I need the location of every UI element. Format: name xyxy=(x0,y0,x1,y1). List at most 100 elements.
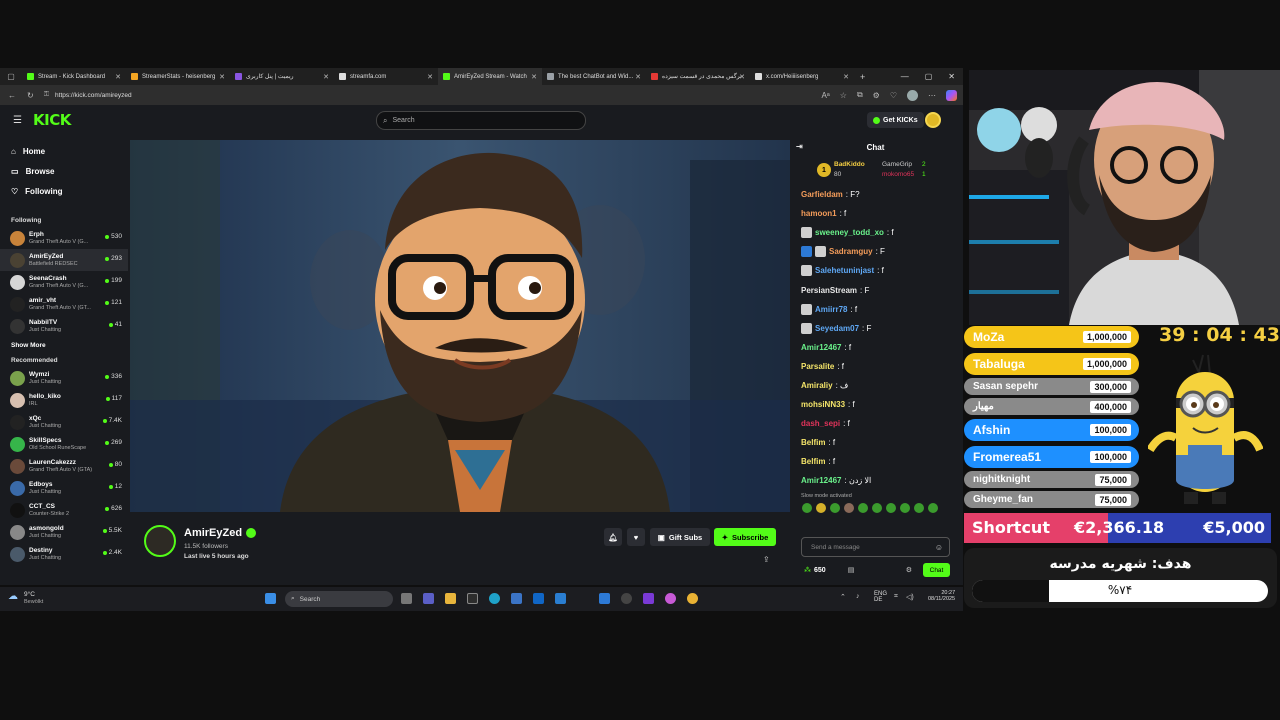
app-icon[interactable] xyxy=(555,593,566,604)
nav-home[interactable]: ⌂ Home xyxy=(11,141,128,161)
show-more-link[interactable]: Show More xyxy=(0,337,128,353)
store-icon[interactable] xyxy=(467,593,478,604)
menu-icon[interactable]: ☰ xyxy=(13,115,22,126)
channel-item[interactable]: Destiny Just Chatting 2.4K xyxy=(0,543,128,565)
emote-icon[interactable] xyxy=(858,502,868,513)
browser-tab[interactable]: The best ChatBot and Wid... ✕ xyxy=(542,68,646,85)
volume-icon[interactable]: ◁) xyxy=(906,593,914,601)
minimize-icon[interactable]: — xyxy=(901,72,909,81)
emote-icon[interactable] xyxy=(928,502,938,513)
emote-icon[interactable] xyxy=(886,502,896,513)
chat-username[interactable]: Parsalite xyxy=(801,362,834,371)
tray-chevron-icon[interactable]: ⌃ xyxy=(840,593,846,601)
emote-icon[interactable] xyxy=(900,502,910,513)
copilot-icon[interactable] xyxy=(946,89,957,101)
emote-icon[interactable] xyxy=(844,502,854,513)
channel-item[interactable]: Erph Grand Theft Auto V (G... 530 xyxy=(0,227,128,249)
favorite-icon[interactable]: ☆ xyxy=(840,91,847,100)
leader-name[interactable]: mokomo65 xyxy=(882,171,914,178)
emote-icon[interactable] xyxy=(802,502,812,513)
weather-temp[interactable]: 9°C xyxy=(24,591,35,598)
browser-tab[interactable]: نرگس محمدی در قسمت سیزده ✕ xyxy=(646,68,750,85)
channel-item[interactable]: Edboys Just Chatting 12 xyxy=(0,477,128,499)
store-icon[interactable]: ▤ xyxy=(848,566,855,574)
close-tab-icon[interactable]: ✕ xyxy=(635,73,641,81)
channel-item[interactable]: CCT_CS Counter-Strike 2 626 xyxy=(0,499,128,521)
emote-icon[interactable] xyxy=(914,502,924,513)
read-aloud-icon[interactable]: Aᵃ xyxy=(821,91,829,100)
leader-name[interactable]: BadKiddo xyxy=(834,161,865,168)
emote-icon[interactable] xyxy=(816,502,826,513)
chat-username[interactable]: dash_sepi xyxy=(801,419,840,428)
channel-item[interactable]: hello_kiko IRL 117 xyxy=(0,389,128,411)
close-tab-icon[interactable]: ✕ xyxy=(739,73,745,81)
browser-tab[interactable]: streamfa.com ✕ xyxy=(334,68,438,85)
get-kicks-button[interactable]: Get KICKs xyxy=(867,112,924,128)
notification-bell-button[interactable]: 🔔︎ xyxy=(604,528,622,546)
network-icon[interactable]: ⌗ xyxy=(894,593,898,601)
chat-username[interactable]: Salehetuninjast xyxy=(815,266,874,275)
rider-icon[interactable] xyxy=(643,593,654,604)
outlook-icon[interactable] xyxy=(533,593,544,604)
chat-input[interactable]: Send a message ☺ xyxy=(801,537,950,557)
subscribe-button[interactable]: ✦ Subscribe xyxy=(714,528,776,546)
chat-username[interactable]: sweeney_todd_xo xyxy=(815,228,884,237)
task-view-icon[interactable] xyxy=(401,593,412,604)
maximize-icon[interactable]: ▢ xyxy=(925,72,933,81)
chrome-icon[interactable] xyxy=(687,593,698,604)
channel-item[interactable]: asmongold Just Chatting 5.5K xyxy=(0,521,128,543)
chat-username[interactable]: Seyedam07 xyxy=(815,324,859,333)
channel-item[interactable]: amir_vht Grand Theft Auto V (GT... 121 xyxy=(0,293,128,315)
follow-heart-button[interactable]: ♥ xyxy=(627,528,645,546)
channel-item[interactable]: Wymzi Just Chatting 336 xyxy=(0,367,128,389)
share-icon[interactable]: ⇪ xyxy=(763,555,770,564)
chat-username[interactable]: Amiirr78 xyxy=(815,305,847,314)
profile-avatar[interactable] xyxy=(907,89,918,101)
close-tab-icon[interactable]: ✕ xyxy=(323,73,329,81)
chat-username[interactable]: Sadramguy xyxy=(829,247,873,256)
browser-tab[interactable]: StreamerStats - heisenberg ✕ xyxy=(126,68,230,85)
channel-item[interactable]: SeenaCrash Grand Theft Auto V (G... 199 xyxy=(0,271,128,293)
nav-browse[interactable]: ▭ Browse xyxy=(11,161,128,181)
close-tab-icon[interactable]: ✕ xyxy=(427,73,433,81)
emote-icon[interactable] xyxy=(872,502,882,513)
streamer-avatar[interactable] xyxy=(144,525,176,557)
browser-tab[interactable]: x.com/Heiiiisenberg ✕ xyxy=(750,68,854,85)
taskbar-search[interactable]: ⌕ Search xyxy=(285,591,393,607)
new-tab-icon[interactable]: + xyxy=(860,72,865,82)
close-tab-icon[interactable]: ✕ xyxy=(115,73,121,81)
channel-item[interactable]: SkillSpecs Old School RuneScape 269 xyxy=(0,433,128,455)
extensions-icon[interactable]: ⧉ xyxy=(857,90,863,100)
chat-username[interactable]: Amir12467 xyxy=(801,476,841,485)
close-tab-icon[interactable]: ✕ xyxy=(219,73,225,81)
video-player[interactable] xyxy=(130,140,790,512)
collections-icon[interactable]: ♡ xyxy=(890,91,897,100)
edge-icon[interactable] xyxy=(489,593,500,604)
chat-username[interactable]: mohsiNN33 xyxy=(801,400,845,409)
site-info-icon[interactable]: ⚿ xyxy=(44,91,49,99)
teams-icon[interactable] xyxy=(423,593,434,604)
start-icon[interactable] xyxy=(265,593,276,604)
reload-icon[interactable]: ↻ xyxy=(27,91,34,100)
chat-username[interactable]: hamoon1 xyxy=(801,209,837,218)
app-icon[interactable] xyxy=(511,593,522,604)
browser-tab[interactable]: Stream - Kick Dashboard ✕ xyxy=(22,68,126,85)
channel-item[interactable]: AmirEyZed Battlefield REDSEC 293 xyxy=(0,249,128,271)
leader-name[interactable]: GameGrip xyxy=(882,161,912,168)
streamer-name[interactable]: AmirEyZed xyxy=(184,527,257,539)
mic-icon[interactable]: ♪ xyxy=(856,593,860,600)
vscode-icon[interactable] xyxy=(599,593,610,604)
nav-following[interactable]: ♡ Following xyxy=(11,181,128,201)
obs-icon[interactable] xyxy=(621,593,632,604)
gift-subs-button[interactable]: ▣ Gift Subs xyxy=(650,528,710,546)
kick-logo[interactable]: KICK xyxy=(33,111,71,129)
url-field[interactable]: https://kick.com/amireyzed xyxy=(55,92,132,99)
collapse-chat-icon[interactable]: ⇥ xyxy=(796,142,803,151)
chat-settings-icon[interactable]: ⚙ xyxy=(906,566,912,574)
chat-username[interactable]: Amiraliy xyxy=(801,381,833,390)
chat-username[interactable]: Belfim xyxy=(801,438,825,447)
channel-item[interactable]: NabbilTV Just Chatting 41 xyxy=(0,315,128,337)
user-avatar[interactable] xyxy=(925,112,941,128)
chat-username[interactable]: PersianStream xyxy=(801,286,857,295)
close-tab-icon[interactable]: ✕ xyxy=(531,73,537,81)
